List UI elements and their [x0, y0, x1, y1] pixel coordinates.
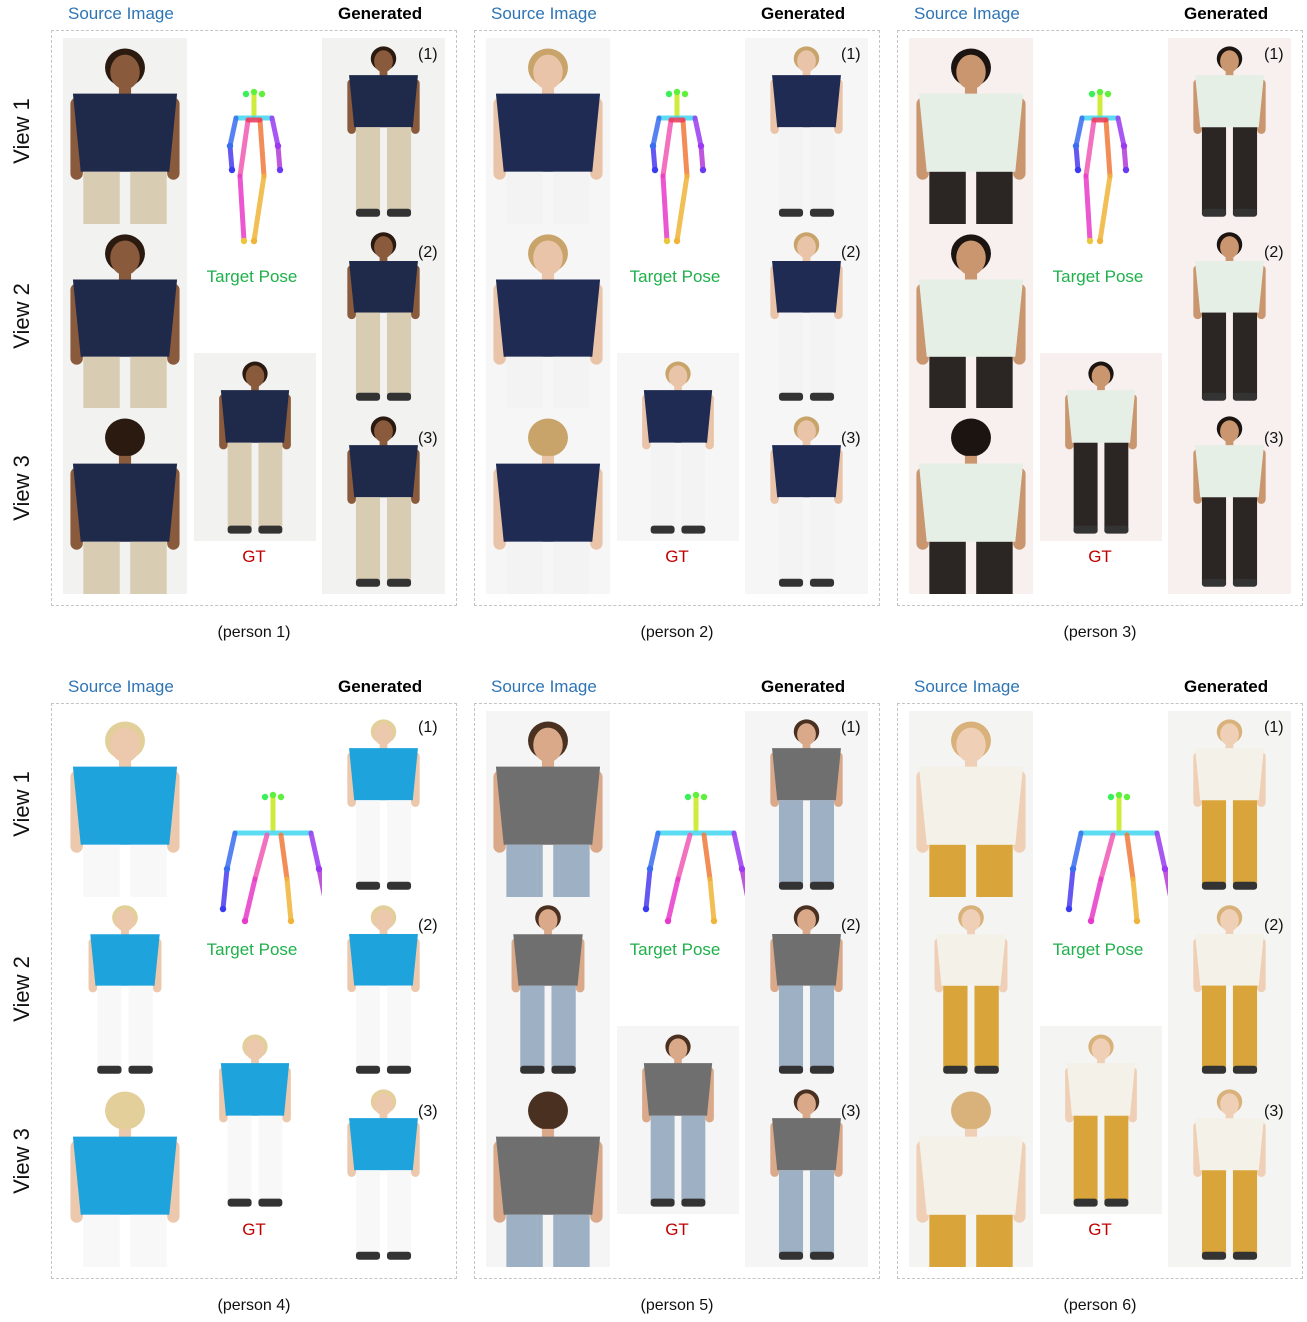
generated-label: Generated	[338, 4, 423, 23]
gt-label: GT	[1088, 1220, 1112, 1239]
source-image-label: Source Image	[68, 4, 174, 23]
ground-truth-image	[194, 1026, 316, 1214]
source-image-label: Source Image	[68, 677, 174, 696]
generated-image-1	[1168, 711, 1291, 897]
generated-index-2: (2)	[841, 244, 861, 261]
ground-truth-image	[617, 1026, 739, 1214]
ground-truth-image	[1040, 353, 1162, 541]
source-view-3-image	[486, 1081, 610, 1267]
source-view-1-image	[909, 38, 1033, 224]
generated-index-1: (1)	[1264, 719, 1284, 736]
generated-index-2: (2)	[1264, 244, 1284, 261]
source-view-2-image	[63, 897, 187, 1081]
generated-label: Generated	[1184, 677, 1269, 696]
source-view-1-image	[63, 38, 187, 224]
source-image-label: Source Image	[491, 4, 597, 23]
source-view-2-image	[909, 224, 1033, 408]
person-caption: (person 2)	[640, 624, 714, 641]
generated-image-1	[745, 711, 868, 897]
generated-index-1: (1)	[841, 46, 861, 63]
generated-index-3: (3)	[841, 1103, 861, 1120]
view-1-label: View 1	[9, 771, 34, 837]
person-caption: (person 3)	[1063, 624, 1137, 641]
ground-truth-image	[617, 353, 739, 541]
source-view-2-image	[909, 897, 1033, 1081]
generated-index-1: (1)	[418, 719, 438, 736]
gt-label: GT	[665, 547, 689, 566]
view-1-label: View 1	[9, 98, 34, 164]
generated-image-1	[1168, 38, 1291, 224]
source-image-label: Source Image	[914, 677, 1020, 696]
target-pose-label: Target Pose	[206, 940, 298, 959]
target-pose-label: Target Pose	[629, 267, 721, 286]
generated-label: Generated	[761, 4, 846, 23]
generated-index-1: (1)	[418, 46, 438, 63]
target-pose-label: Target Pose	[1052, 267, 1144, 286]
generated-image-1	[745, 38, 868, 224]
target-pose-skeleton	[216, 86, 296, 256]
target-pose-skeleton	[1061, 789, 1181, 934]
source-view-3-image	[909, 1081, 1033, 1267]
gt-label: GT	[1088, 547, 1112, 566]
source-view-3-image	[63, 408, 187, 594]
gt-label: GT	[665, 1220, 689, 1239]
generated-index-2: (2)	[1264, 917, 1284, 934]
source-view-1-image	[63, 711, 187, 897]
gt-label: GT	[242, 1220, 266, 1239]
generated-label: Generated	[761, 677, 846, 696]
source-view-1-image	[909, 711, 1033, 897]
generated-label: Generated	[338, 677, 423, 696]
source-image-label: Source Image	[914, 4, 1020, 23]
target-pose-skeleton	[638, 789, 758, 934]
person-caption: (person 6)	[1063, 1297, 1137, 1314]
generated-index-3: (3)	[1264, 1103, 1284, 1120]
source-view-2-image	[486, 897, 610, 1081]
source-view-1-image	[486, 711, 610, 897]
generated-index-3: (3)	[841, 430, 861, 447]
generated-index-2: (2)	[841, 917, 861, 934]
target-pose-label: Target Pose	[629, 940, 721, 959]
source-view-1-image	[486, 38, 610, 224]
generated-label: Generated	[1184, 4, 1269, 23]
source-image-label: Source Image	[491, 677, 597, 696]
generated-index-2: (2)	[418, 917, 438, 934]
target-pose-skeleton	[639, 86, 719, 256]
person-caption: (person 4)	[217, 1297, 291, 1314]
person-caption: (person 5)	[640, 1297, 714, 1314]
person-caption: (person 1)	[217, 624, 291, 641]
target-pose-label: Target Pose	[1052, 940, 1144, 959]
ground-truth-image	[194, 353, 316, 541]
generated-index-3: (3)	[418, 430, 438, 447]
source-view-3-image	[63, 1081, 187, 1267]
gt-label: GT	[242, 547, 266, 566]
target-pose-label: Target Pose	[206, 267, 298, 286]
view-2-label: View 2	[9, 283, 34, 349]
generated-image-1	[322, 711, 445, 897]
generated-index-3: (3)	[1264, 430, 1284, 447]
view-3-label: View 3	[9, 1128, 34, 1194]
generated-image-1	[322, 38, 445, 224]
view-2-label: View 2	[9, 956, 34, 1022]
generated-index-1: (1)	[841, 719, 861, 736]
generated-index-2: (2)	[418, 244, 438, 261]
source-view-3-image	[909, 408, 1033, 594]
generated-index-1: (1)	[1264, 46, 1284, 63]
target-pose-skeleton	[215, 789, 335, 934]
view-3-label: View 3	[9, 455, 34, 521]
ground-truth-image	[1040, 1026, 1162, 1214]
source-view-3-image	[486, 408, 610, 594]
source-view-2-image	[63, 224, 187, 408]
target-pose-skeleton	[1062, 86, 1142, 256]
source-view-2-image	[486, 224, 610, 408]
generated-index-3: (3)	[418, 1103, 438, 1120]
